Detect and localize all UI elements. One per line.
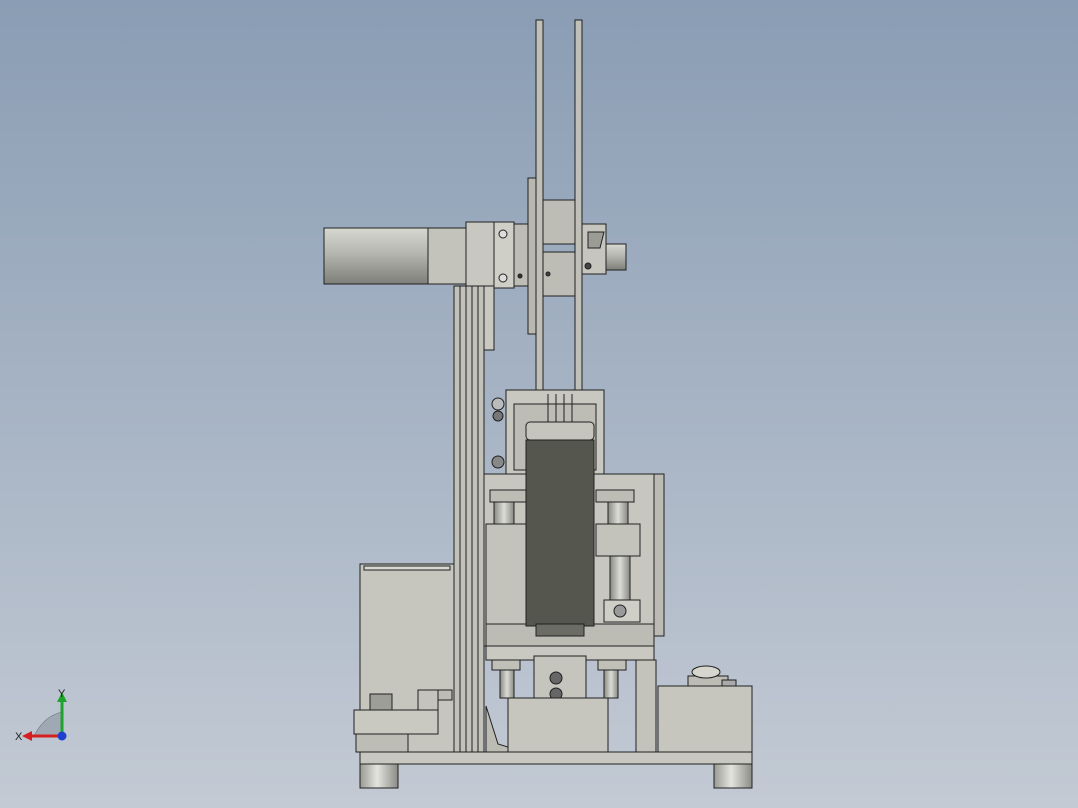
foot-right <box>713 763 753 789</box>
belt <box>525 421 595 637</box>
y-axis-label: Y <box>58 688 66 700</box>
x-axis-label: X <box>15 731 23 743</box>
lower-spindle <box>491 655 657 753</box>
base-plate <box>359 751 753 789</box>
cad-viewport[interactable]: Y X <box>0 0 1078 808</box>
foot-left <box>359 763 399 789</box>
motor <box>323 221 529 289</box>
machine-assembly-model[interactable] <box>0 0 1078 808</box>
axis-triad <box>22 692 67 741</box>
right-box <box>657 665 753 753</box>
